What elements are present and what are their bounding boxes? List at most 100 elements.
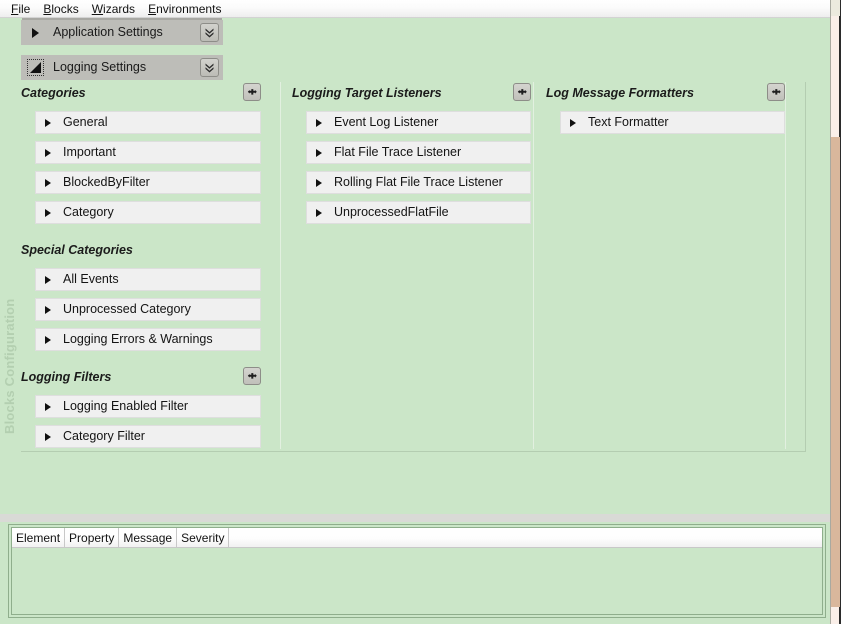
group-header: Special Categories — [21, 239, 261, 261]
triangle-open-icon — [30, 62, 41, 73]
scrollbar-thumb[interactable] — [831, 137, 840, 607]
list-item-label: All Events — [63, 272, 119, 286]
list-item[interactable]: Logging Errors & Warnings — [35, 328, 261, 351]
triangle-right-icon[interactable] — [45, 178, 51, 187]
panel-empty-area — [0, 452, 830, 514]
triangle-right-icon[interactable] — [316, 178, 322, 187]
list-item-label: Text Formatter — [588, 115, 669, 129]
add-button[interactable] — [767, 83, 785, 101]
menu-accel-key: E — [148, 1, 157, 16]
column-categories: Categories General Important BlockedByFilte… — [21, 82, 279, 478]
add-button[interactable] — [243, 367, 261, 385]
add-button[interactable] — [243, 83, 261, 101]
list-item[interactable]: UnprocessedFlatFile — [306, 201, 531, 224]
column-divider — [280, 82, 281, 449]
menu-item-file[interactable]: File — [6, 1, 38, 17]
triangle-right-icon[interactable] — [45, 275, 51, 284]
list-item[interactable]: Logging Enabled Filter — [35, 395, 261, 418]
column-divider — [785, 82, 786, 449]
splitter-bar[interactable] — [0, 514, 841, 522]
list-item[interactable]: Text Formatter — [560, 111, 785, 134]
section-title-logging-settings: Logging Settings — [53, 60, 147, 74]
triangle-right-icon[interactable] — [316, 118, 322, 127]
list-item[interactable]: Category — [35, 201, 261, 224]
grid-column-header[interactable]: Message — [119, 528, 178, 547]
list-item-label: Important — [63, 145, 116, 159]
configuration-console-window: File Blocks Wizards Environments Blocks Con… — [0, 0, 841, 624]
list-item-label: Flat File Trace Listener — [334, 145, 462, 159]
list-item-label: Category Filter — [63, 429, 145, 443]
group-header: Log Message Formatters — [546, 82, 785, 104]
column-formatters: Log Message Formatters Text Formatter — [546, 82, 794, 452]
triangle-right-icon[interactable] — [570, 118, 576, 127]
group-title: Logging Target Listeners — [292, 86, 442, 100]
menu-label-rest: izards — [103, 1, 136, 16]
section-header-logging-settings[interactable]: Logging Settings — [21, 55, 223, 80]
group-title: Special Categories — [21, 243, 133, 257]
menu-bar: File Blocks Wizards Environments — [0, 0, 841, 18]
list-item[interactable]: Unprocessed Category — [35, 298, 261, 321]
grid-column-header[interactable]: Element — [12, 528, 66, 547]
triangle-right-icon[interactable] — [45, 305, 51, 314]
section-title-application-settings: Application Settings — [53, 25, 163, 39]
list-item[interactable]: All Events — [35, 268, 261, 291]
triangle-right-icon[interactable] — [45, 402, 51, 411]
grid-column-header[interactable]: Property — [65, 528, 120, 547]
list-item[interactable]: Category Filter — [35, 425, 261, 448]
triangle-right-icon[interactable] — [45, 432, 51, 441]
add-button[interactable] — [513, 83, 531, 101]
group-title: Categories — [21, 86, 86, 100]
triangle-right-icon[interactable] — [45, 148, 51, 157]
list-item-label: Logging Enabled Filter — [63, 399, 189, 413]
validation-grid-inner: Element Property Message Severity — [11, 527, 823, 615]
menu-item-blocks[interactable]: Blocks — [38, 1, 86, 17]
scrollbar-track-top — [831, 0, 840, 16]
triangle-right-icon — [32, 27, 39, 38]
menu-label-rest: ile — [18, 1, 31, 16]
blocks-configuration-dock-tab[interactable]: Blocks Configuration — [0, 18, 19, 452]
vertical-scrollbar[interactable] — [830, 0, 841, 624]
menu-label-rest: locks — [51, 1, 79, 16]
list-item[interactable]: Event Log Listener — [306, 111, 531, 134]
double-chevron-down-icon-application-settings[interactable] — [200, 23, 219, 42]
column-listeners: Logging Target Listeners Event Log Listen… — [292, 82, 540, 452]
logging-settings-panel: Categories General Important BlockedByFilte… — [21, 82, 806, 478]
list-item[interactable]: Flat File Trace Listener — [306, 141, 531, 164]
validation-grid-header: Element Property Message Severity — [12, 528, 822, 548]
list-item[interactable]: Important — [35, 141, 261, 164]
group-header: Categories — [21, 82, 261, 104]
triangle-right-icon[interactable] — [316, 148, 322, 157]
validation-grid: Element Property Message Severity — [8, 524, 826, 618]
expander-triangle-collapsed[interactable] — [27, 24, 44, 41]
grid-column-filler — [229, 528, 822, 547]
double-chevron-down-icon-logging-settings[interactable] — [200, 58, 219, 77]
list-item-label: Rolling Flat File Trace Listener — [334, 175, 503, 189]
menu-item-wizards[interactable]: Wizards — [87, 1, 143, 17]
triangle-right-icon[interactable] — [45, 118, 51, 127]
list-item[interactable]: General — [35, 111, 261, 134]
list-item-label: UnprocessedFlatFile — [334, 205, 449, 219]
menu-label-rest: nvironments — [156, 1, 222, 16]
column-divider — [533, 82, 534, 449]
group-title: Log Message Formatters — [546, 86, 694, 100]
list-item[interactable]: Rolling Flat File Trace Listener — [306, 171, 531, 194]
dock-tab-label: Blocks Configuration — [2, 298, 17, 434]
section-header-application-settings[interactable]: Application Settings — [21, 20, 223, 45]
triangle-right-icon[interactable] — [316, 208, 322, 217]
group-header: Logging Target Listeners — [292, 82, 531, 104]
list-item-label: Unprocessed Category — [63, 302, 191, 316]
list-item-label: BlockedByFilter — [63, 175, 150, 189]
list-item[interactable]: BlockedByFilter — [35, 171, 261, 194]
expander-triangle-expanded[interactable] — [27, 59, 44, 76]
list-item-label: General — [63, 115, 108, 129]
menu-item-environments[interactable]: Environments — [143, 1, 229, 17]
triangle-right-icon[interactable] — [45, 335, 51, 344]
list-item-label: Logging Errors & Warnings — [63, 332, 213, 346]
group-title: Logging Filters — [21, 370, 112, 384]
group-header: Logging Filters — [21, 366, 261, 388]
grid-column-header[interactable]: Severity — [177, 528, 230, 547]
triangle-right-icon[interactable] — [45, 208, 51, 217]
list-item-label: Category — [63, 205, 114, 219]
menu-accel-key: W — [91, 1, 104, 16]
list-item-label: Event Log Listener — [334, 115, 439, 129]
